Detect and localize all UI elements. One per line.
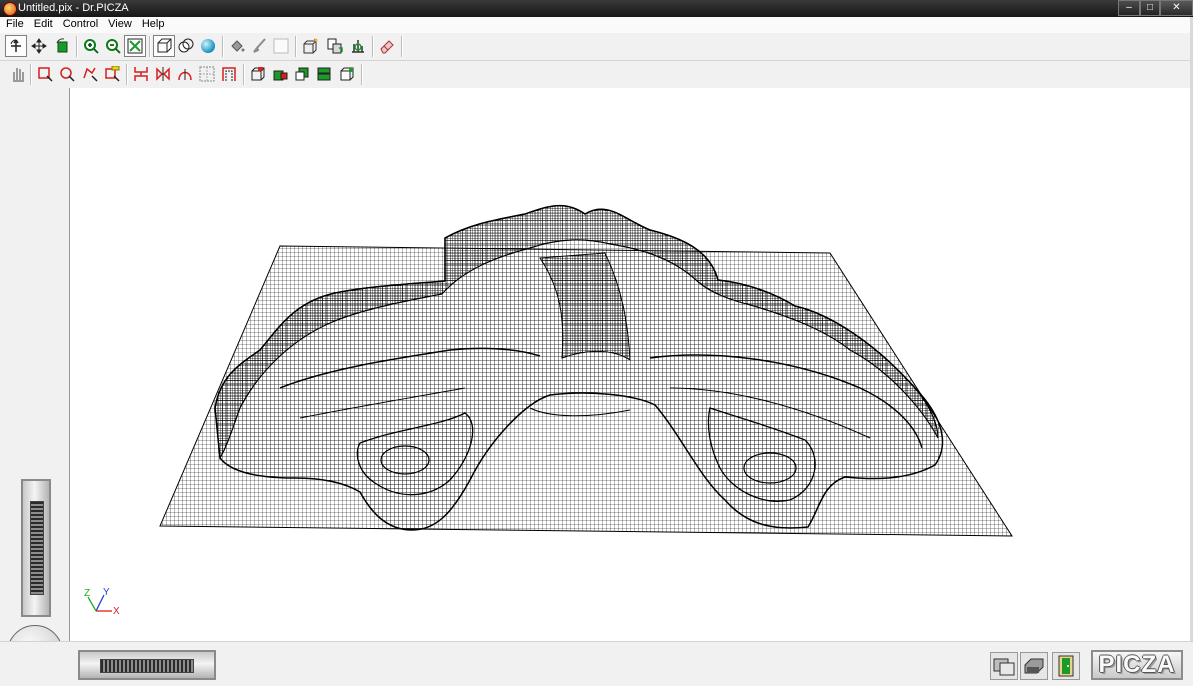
box-green-icon <box>295 67 309 81</box>
grid-select-icon <box>199 66 215 82</box>
shaded-sphere-view-icon <box>201 39 215 53</box>
arch-button[interactable] <box>174 63 196 85</box>
menu-help[interactable]: Help <box>138 17 169 32</box>
axis-x-label: X <box>113 606 120 617</box>
vertical-zoom-slider[interactable] <box>21 479 51 617</box>
box-outline-button[interactable] <box>336 63 358 85</box>
rect-select-icon <box>38 67 53 82</box>
import-model-button[interactable] <box>299 35 321 57</box>
green-rotate-button[interactable] <box>51 35 73 57</box>
eraser-icon <box>380 40 394 54</box>
exit-button[interactable] <box>1052 652 1080 680</box>
box-red-icon <box>251 67 265 81</box>
horizontal-slider-thumb[interactable] <box>100 659 194 673</box>
arch-icon <box>178 69 192 81</box>
viewport-3d[interactable] <box>70 88 1190 641</box>
print-button[interactable] <box>1020 652 1048 680</box>
hand-pan-icon <box>13 68 24 82</box>
blank-icon <box>273 38 289 54</box>
hidden-line-view-button[interactable] <box>175 35 197 57</box>
zoom-in-icon <box>84 39 99 54</box>
zoom-fit-icon <box>127 38 143 54</box>
relief-settings-button[interactable] <box>347 35 369 57</box>
frame-select-icon <box>222 67 236 81</box>
menu-view[interactable]: View <box>104 17 136 32</box>
move-tool-button[interactable] <box>28 35 50 57</box>
blank-button[interactable] <box>270 35 292 57</box>
horizontal-zoom-slider[interactable] <box>78 650 216 680</box>
menu-file[interactable]: File <box>2 17 28 32</box>
close-button[interactable]: ✕ <box>1160 0 1193 16</box>
shaded-sphere-view-button[interactable] <box>197 35 219 57</box>
axes-indicator: Z Y X <box>84 587 120 617</box>
vertical-slider-thumb[interactable] <box>30 501 44 595</box>
axis-y-label: Y <box>103 587 110 598</box>
app-icon <box>3 2 17 16</box>
menu-bar: File Edit Control View Help <box>0 17 1193 34</box>
zoom-in-button[interactable] <box>80 35 102 57</box>
picza-logo: PICZA <box>1091 650 1183 680</box>
box-green-red-button[interactable] <box>269 63 291 85</box>
paint-bucket-icon <box>231 40 245 52</box>
hidden-line-view-icon <box>178 38 194 53</box>
move-tool-icon <box>31 38 47 54</box>
box-stack-button[interactable] <box>313 63 335 85</box>
menu-control[interactable]: Control <box>59 17 102 32</box>
toolbar-selection <box>0 61 1193 89</box>
wireframe-view-button[interactable] <box>153 35 175 57</box>
magic-select-button[interactable] <box>101 63 123 85</box>
brush-icon <box>253 38 266 53</box>
box-red-button[interactable] <box>247 63 269 85</box>
windows-button[interactable] <box>990 652 1018 680</box>
maximize-button[interactable]: □ <box>1140 0 1160 16</box>
axis-z-label: Z <box>84 588 90 599</box>
import-model-icon <box>303 38 318 54</box>
mirror-icon <box>156 67 170 81</box>
lasso-select-icon <box>60 67 75 82</box>
magic-select-icon <box>105 66 120 82</box>
copy-model-button[interactable] <box>324 35 346 57</box>
title-bar: Untitled.pix - Dr.PICZA ‒ □ ✕ <box>0 0 1193 17</box>
lasso-select-button[interactable] <box>56 63 78 85</box>
menu-edit[interactable]: Edit <box>30 17 57 32</box>
frame-select-button[interactable] <box>218 63 240 85</box>
exit-door-icon <box>1058 655 1074 677</box>
box-green-button[interactable] <box>291 63 313 85</box>
compress-icon <box>134 67 148 81</box>
printer-icon <box>1024 658 1044 674</box>
grid-select-button[interactable] <box>196 63 218 85</box>
box-green-red-icon <box>273 70 288 81</box>
rotate-tool-button[interactable] <box>5 35 27 57</box>
mirror-button[interactable] <box>152 63 174 85</box>
wireframe-view-icon <box>157 38 172 53</box>
relief-wireframe-model[interactable] <box>70 88 1190 641</box>
windows-icon <box>993 658 1015 676</box>
zoom-out-button[interactable] <box>102 35 124 57</box>
brush-button[interactable] <box>248 35 270 57</box>
paint-bucket-button[interactable] <box>226 35 248 57</box>
hand-pan-button[interactable] <box>7 63 29 85</box>
compress-button[interactable] <box>130 63 152 85</box>
eraser-button[interactable] <box>376 35 398 57</box>
relief-settings-icon <box>352 40 364 53</box>
box-stack-icon <box>317 67 331 81</box>
toolbar-main <box>0 33 1193 61</box>
window-title: Untitled.pix - Dr.PICZA <box>18 2 129 14</box>
minimize-button[interactable]: ‒ <box>1118 0 1140 16</box>
polygon-select-button[interactable] <box>79 63 101 85</box>
polygon-select-icon <box>83 67 98 82</box>
green-rotate-icon <box>56 38 68 53</box>
rect-select-button[interactable] <box>34 63 56 85</box>
rotate-tool-icon <box>10 39 21 52</box>
copy-model-icon <box>327 38 343 54</box>
zoom-out-icon <box>106 39 121 54</box>
zoom-fit-button[interactable] <box>124 35 146 57</box>
box-outline-icon <box>340 67 354 81</box>
